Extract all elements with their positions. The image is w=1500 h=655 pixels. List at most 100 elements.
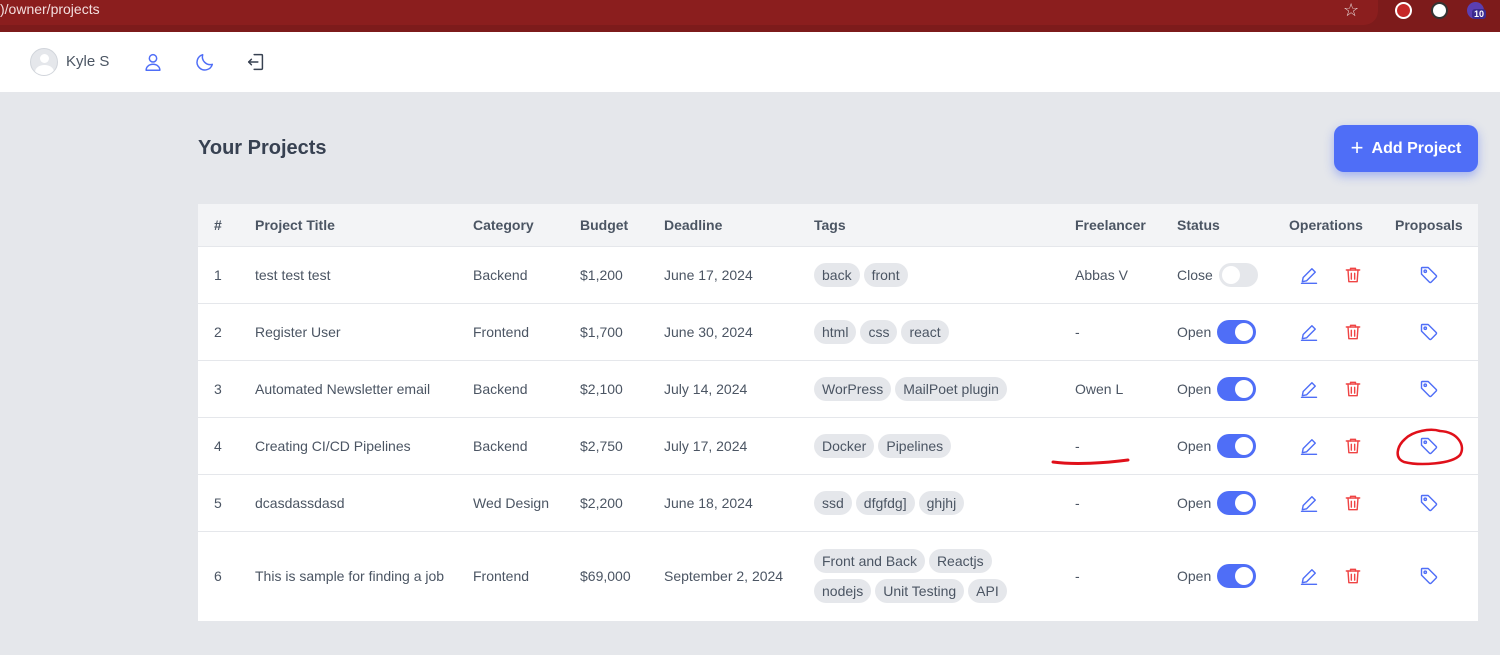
status-label: Open xyxy=(1177,437,1212,454)
pencil-icon[interactable] xyxy=(1299,566,1319,586)
project-tags: Docker Pipelines xyxy=(814,417,1075,474)
row-number: 2 xyxy=(214,323,222,340)
table-header-row: # Project Title Category Budget Deadline Tags… xyxy=(198,204,1478,246)
project-deadline: September 2, 2024 xyxy=(664,568,784,585)
tag-icon[interactable] xyxy=(1419,265,1439,285)
project-status: Open xyxy=(1177,360,1289,417)
tag-chip: Front and Back xyxy=(814,549,925,574)
logout-icon[interactable] xyxy=(245,51,267,73)
project-status: Open xyxy=(1177,531,1289,621)
status-toggle[interactable] xyxy=(1217,319,1257,344)
project-proposals xyxy=(1395,474,1478,531)
tag-chip: Docker xyxy=(814,433,875,458)
header-col-title: Project Title xyxy=(255,216,335,233)
project-deadline: June 18, 2024 xyxy=(664,494,753,511)
project-operations xyxy=(1289,531,1395,621)
header-col-proposals: Proposals xyxy=(1395,216,1463,233)
trash-icon[interactable] xyxy=(1343,436,1363,456)
pencil-icon[interactable] xyxy=(1299,322,1319,342)
plus-icon: + xyxy=(1350,134,1364,160)
project-tags: ssd dfgfdg] ghjhj xyxy=(814,474,1075,531)
tag-chip: dfgfdg] xyxy=(855,490,915,515)
trash-icon[interactable] xyxy=(1343,493,1363,513)
tag-chip: css xyxy=(860,319,898,344)
project-budget: $1,200 xyxy=(580,266,623,283)
extension-badge: 10 xyxy=(1472,9,1487,19)
tag-chip: Reactjs xyxy=(928,549,992,574)
project-proposals xyxy=(1395,246,1478,303)
status-toggle[interactable] xyxy=(1217,564,1257,589)
tag-chip: back xyxy=(814,262,860,287)
moon-icon[interactable] xyxy=(194,51,216,73)
project-category: Wed Design xyxy=(473,494,550,511)
tag-icon[interactable] xyxy=(1419,493,1439,513)
project-deadline: June 30, 2024 xyxy=(664,323,753,340)
status-toggle[interactable] xyxy=(1217,433,1257,458)
trash-icon[interactable] xyxy=(1343,379,1363,399)
add-project-button[interactable]: + Add Project xyxy=(1334,125,1478,172)
address-bar[interactable]: )/owner/projects xyxy=(0,0,1378,25)
project-proposals xyxy=(1395,303,1478,360)
header-col-tags: Tags xyxy=(814,216,846,233)
pencil-icon[interactable] xyxy=(1299,436,1319,456)
header-col-freelancer: Freelancer xyxy=(1075,216,1146,233)
project-operations xyxy=(1289,360,1395,417)
tag-icon[interactable] xyxy=(1419,566,1439,586)
page-title: Your Projects xyxy=(198,137,327,159)
avatar[interactable] xyxy=(30,48,58,76)
trash-icon[interactable] xyxy=(1343,322,1363,342)
extension-icon[interactable] xyxy=(1431,2,1448,19)
row-number: 6 xyxy=(214,568,222,585)
browser-chrome: )/owner/projects ☆ 10 xyxy=(0,0,1500,32)
bookmark-star-icon[interactable]: ☆ xyxy=(1343,0,1359,21)
project-title: Register User xyxy=(255,323,341,340)
project-freelancer: - xyxy=(1075,494,1080,511)
projects-table: # Project Title Category Budget Deadline Tags… xyxy=(198,204,1478,621)
tag-chip: API xyxy=(968,579,1007,604)
status-toggle[interactable] xyxy=(1217,376,1257,401)
status-label: Open xyxy=(1177,380,1212,397)
table-row: 5 dcasdassdasd Wed Design $2,200 June 18, 20… xyxy=(198,474,1478,531)
trash-icon[interactable] xyxy=(1343,265,1363,285)
project-tags: html css react xyxy=(814,303,1075,360)
tag-icon[interactable] xyxy=(1419,322,1439,342)
project-budget: $2,100 xyxy=(580,380,623,397)
user-icon[interactable] xyxy=(142,51,164,73)
row-number: 5 xyxy=(214,494,222,511)
trash-icon[interactable] xyxy=(1343,566,1363,586)
tag-chip: Pipelines xyxy=(878,433,952,458)
status-toggle[interactable] xyxy=(1218,262,1258,287)
row-number: 1 xyxy=(214,266,222,283)
project-status: Open xyxy=(1177,417,1289,474)
tag-chip: nodejs xyxy=(814,579,872,604)
project-category: Backend xyxy=(473,266,528,283)
pencil-icon[interactable] xyxy=(1299,265,1319,285)
pencil-icon[interactable] xyxy=(1299,379,1319,399)
project-proposals xyxy=(1395,360,1478,417)
project-category: Frontend xyxy=(473,568,530,585)
tag-icon[interactable] xyxy=(1419,436,1439,456)
status-toggle[interactable] xyxy=(1217,490,1257,515)
row-number: 4 xyxy=(214,437,222,454)
tag-chip: MailPoet plugin xyxy=(895,376,1007,401)
project-operations xyxy=(1289,246,1395,303)
tag-icon[interactable] xyxy=(1419,379,1439,399)
tag-chip: front xyxy=(863,262,908,287)
status-label: Close xyxy=(1177,266,1213,283)
username: Kyle S xyxy=(66,53,110,70)
project-freelancer: - xyxy=(1075,323,1080,340)
tag-chip: ssd xyxy=(814,490,852,515)
header-col-deadline: Deadline xyxy=(664,216,723,233)
extension-icon[interactable] xyxy=(1395,2,1412,19)
table-row: 6 This is sample for finding a job Fronten… xyxy=(198,531,1478,621)
project-budget: $69,000 xyxy=(580,568,631,585)
pencil-icon[interactable] xyxy=(1299,493,1319,513)
project-title: test test test xyxy=(255,266,331,283)
project-tags: back front xyxy=(814,246,1075,303)
table-row: 1 test test test Backend $1,200 June 17, 202… xyxy=(198,246,1478,303)
address-bar-url[interactable]: )/owner/projects xyxy=(0,1,100,17)
project-tags: Front and Back Reactjs nodejs Unit Testing A… xyxy=(814,531,1075,621)
project-budget: $2,200 xyxy=(580,494,623,511)
tag-chip: ghjhj xyxy=(918,490,965,515)
header-col-category: Category xyxy=(473,216,534,233)
